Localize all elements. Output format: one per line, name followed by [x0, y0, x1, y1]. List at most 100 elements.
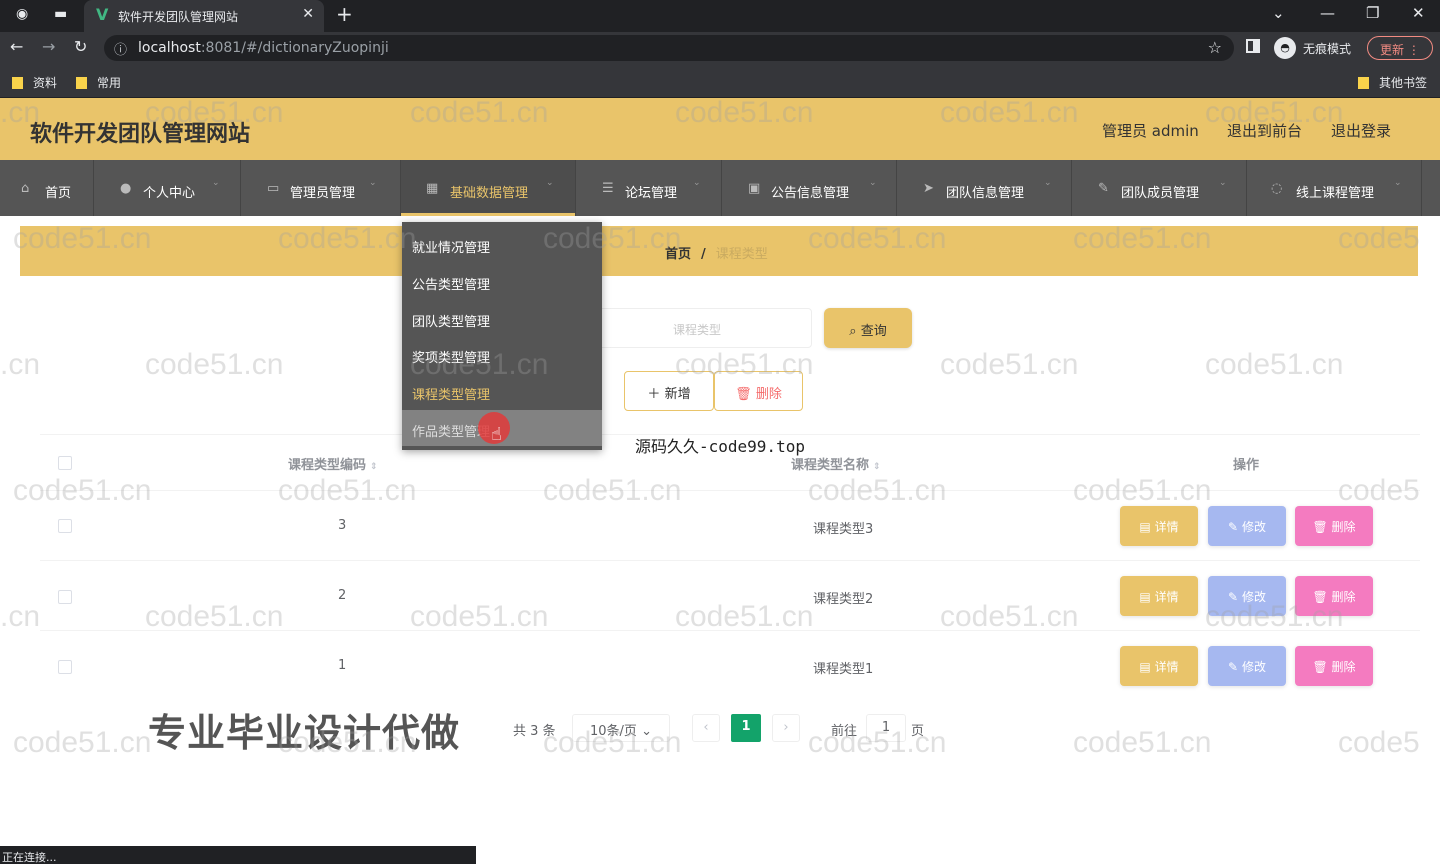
- nav-item-members[interactable]: ✎ 团队成员管理 ⌄: [1072, 160, 1247, 216]
- hand-cursor-icon: ☝: [491, 424, 502, 445]
- goto-suffix: 页: [911, 724, 925, 739]
- select-all-checkbox[interactable]: [58, 456, 72, 470]
- cell-name: 课程类型3: [813, 522, 874, 537]
- nav-item-team[interactable]: ➤ 团队信息管理 ⌄: [897, 160, 1072, 216]
- breadcrumb-bar: 首页 / 课程类型: [20, 226, 1418, 276]
- chevron-down-icon: ⌄: [546, 178, 554, 188]
- delete-button[interactable]: 🗑 删除: [1295, 506, 1373, 546]
- menu-item-notice-type[interactable]: 公告类型管理: [402, 263, 602, 299]
- row-checkbox[interactable]: [58, 660, 72, 674]
- nav-item-home[interactable]: ⌂ 首页: [0, 160, 94, 216]
- back-icon[interactable]: ←: [10, 37, 23, 56]
- document-icon: ▤: [1139, 660, 1151, 674]
- prev-page-button[interactable]: ‹: [692, 714, 720, 742]
- add-button[interactable]: ＋ 新增: [624, 371, 714, 411]
- sort-icon: ⇕: [370, 462, 378, 472]
- nav-item-forum[interactable]: ☰ 论坛管理 ⌄: [576, 160, 722, 216]
- search-button[interactable]: ⌕ 查询: [824, 308, 912, 348]
- detail-button[interactable]: ▤ 详情: [1120, 506, 1198, 546]
- col-header-code[interactable]: 课程类型编码 ⇕: [288, 454, 378, 473]
- next-page-button[interactable]: ›: [772, 714, 800, 742]
- course-type-search-input[interactable]: 课程类型: [582, 308, 812, 348]
- folder-icon: [1358, 77, 1369, 89]
- admin-label: 管理员 admin: [1102, 122, 1199, 140]
- promo-banner-text: 专业毕业设计代做: [148, 711, 461, 755]
- nav-item-basic-data[interactable]: ▦ 基础数据管理 ⌄: [401, 160, 576, 216]
- vue-logo-icon: V: [96, 5, 109, 24]
- forward-icon[interactable]: →: [42, 37, 55, 56]
- tab-title: 软件开发团队管理网站: [118, 10, 239, 24]
- nav-item-profile[interactable]: ● 个人中心 ⌄: [94, 160, 241, 216]
- incognito-label: 无痕模式: [1303, 42, 1352, 56]
- delete-button[interactable]: 🗑 删除: [1295, 576, 1373, 616]
- breadcrumb-home[interactable]: 首页: [665, 247, 691, 262]
- restore-icon[interactable]: ❐: [1366, 4, 1379, 22]
- clock-icon: ◌: [1271, 181, 1283, 196]
- cell-name: 课程类型2: [813, 592, 874, 607]
- url-field[interactable]: ⓘ localhost:8081/#/dictionaryZuopinji ☆: [104, 35, 1234, 61]
- site-info-icon[interactable]: ⓘ: [114, 39, 127, 58]
- pencil-icon: ✎: [1228, 590, 1239, 604]
- bookmark-folder-changyong[interactable]: 常用: [76, 74, 121, 91]
- close-window-icon[interactable]: ✕: [1412, 4, 1425, 22]
- home-icon: ⌂: [21, 181, 30, 196]
- bookmark-folder-ziliao[interactable]: 资料: [12, 74, 57, 91]
- logout-link[interactable]: 退出登录: [1331, 120, 1391, 141]
- incognito-icon[interactable]: ◓: [1274, 37, 1296, 59]
- camera-icon: ▣: [748, 181, 761, 196]
- grid-icon: ▦: [426, 181, 439, 196]
- detail-button[interactable]: ▤ 详情: [1120, 646, 1198, 686]
- browser-tab[interactable]: V 软件开发团队管理网站 ✕: [84, 0, 324, 32]
- trash-icon: 🗑: [1312, 520, 1328, 534]
- document-icon: ▤: [1139, 520, 1151, 534]
- delete-button[interactable]: 🗑 删除: [1295, 646, 1373, 686]
- nav-item-admin[interactable]: ▭ 管理员管理 ⌄: [241, 160, 401, 216]
- batch-delete-button[interactable]: 🗑 删除: [714, 371, 803, 411]
- edit-button[interactable]: ✎ 修改: [1208, 506, 1286, 546]
- watermark-text: code51.cn: [1205, 348, 1344, 381]
- reload-icon[interactable]: ↻: [74, 37, 87, 56]
- bookmarks-bar: 资料 常用 其他书签: [0, 64, 1440, 98]
- update-button[interactable]: 更新 ⋮: [1367, 36, 1433, 60]
- minimize-icon[interactable]: —: [1320, 4, 1335, 22]
- new-tab-icon[interactable]: +: [336, 2, 353, 26]
- plus-icon: ＋: [647, 387, 661, 402]
- search-icon: ⌕: [849, 324, 857, 339]
- breadcrumb: 首页 / 课程类型: [665, 247, 768, 262]
- tab-search-icon[interactable]: ▬: [54, 6, 67, 22]
- goto-page-input[interactable]: 1: [866, 714, 906, 742]
- nav-item-courses[interactable]: ◌ 线上课程管理 ⌄: [1247, 160, 1422, 216]
- menu-item-team-type[interactable]: 团队类型管理: [402, 300, 602, 336]
- watermark-text: .cn: [0, 348, 41, 381]
- watermark-text: .cn: [0, 600, 41, 633]
- document-icon: ▤: [1139, 590, 1151, 604]
- cell-code: 3: [338, 518, 347, 533]
- menu-item-employment[interactable]: 就业情况管理: [402, 226, 602, 262]
- pencil-icon: ✎: [1228, 520, 1239, 534]
- goto-prefix: 前往: [831, 724, 858, 739]
- browser-tab-bar: ◉ ▬ V 软件开发团队管理网站 ✕ + ⌄ — ❐ ✕: [0, 0, 1440, 32]
- chevron-down-icon: ⌄: [1394, 178, 1402, 188]
- nav-item-notice[interactable]: ▣ 公告信息管理 ⌄: [722, 160, 897, 216]
- row-checkbox[interactable]: [58, 519, 72, 533]
- folder-icon: [76, 77, 87, 89]
- tab-close-icon[interactable]: ✕: [302, 6, 314, 22]
- other-bookmarks[interactable]: 其他书签: [1358, 74, 1427, 91]
- menu-item-course-type[interactable]: 课程类型管理: [402, 373, 602, 409]
- row-checkbox[interactable]: [58, 590, 72, 604]
- detail-button[interactable]: ▤ 详情: [1120, 576, 1198, 616]
- user-icon: ●: [120, 181, 132, 196]
- page-1-button[interactable]: 1: [731, 714, 761, 742]
- tab-list-chevron-icon[interactable]: ⌄: [1272, 4, 1285, 22]
- bookmark-star-icon[interactable]: ☆: [1208, 38, 1222, 57]
- page-size-select[interactable]: 10条/页 ⌄: [572, 714, 670, 742]
- side-panel-icon[interactable]: [1246, 39, 1260, 53]
- main-navbar: ⌂ 首页 ● 个人中心 ⌄ ▭ 管理员管理 ⌄ ▦ 基础数据管理 ⌄ ☰ 论坛管…: [0, 160, 1440, 216]
- menu-item-award-type[interactable]: 奖项类型管理: [402, 336, 602, 372]
- browser-menu-icon[interactable]: ◉: [16, 6, 28, 22]
- course-type-table: 课程类型编码 ⇕ 课程类型名称 ⇕ 操作 3 课程类型3 ▤ 详情 ✎ 修改 🗑 删…: [40, 434, 1420, 696]
- pencil-icon: ✎: [1228, 660, 1239, 674]
- edit-button[interactable]: ✎ 修改: [1208, 646, 1286, 686]
- back-to-front-link[interactable]: 退出到前台: [1227, 120, 1302, 141]
- edit-button[interactable]: ✎ 修改: [1208, 576, 1286, 616]
